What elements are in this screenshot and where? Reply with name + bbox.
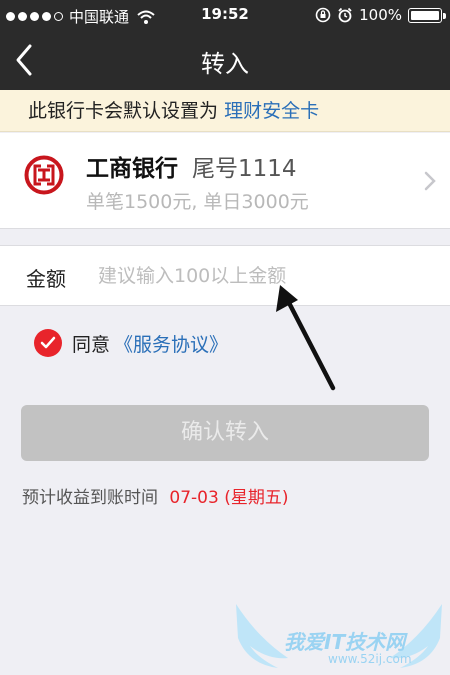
status-right: 100%	[315, 6, 446, 24]
chevron-right-icon	[424, 171, 436, 191]
agree-checkbox[interactable]	[34, 329, 62, 357]
watermark-url: www.52ij.com	[328, 652, 412, 666]
watermark: 我爱IT技术网 www.52ij.com	[228, 598, 450, 675]
notice-bar: 此银行卡会默认设置为 理财安全卡	[0, 90, 450, 132]
battery-fill	[411, 10, 439, 20]
agreement-row: 同意 《服务协议》	[34, 329, 228, 357]
top-bar: 中国联通 19:52 100% 转入	[0, 0, 450, 90]
amount-row: 金额	[0, 245, 450, 306]
earnings-eta: 预计收益到账时间 07-03 (星期五)	[22, 483, 288, 508]
amount-label: 金额	[26, 267, 66, 291]
transfer-limit: 单笔1500元, 单日3000元	[86, 191, 309, 213]
bank-card-row[interactable]: 工商银行 尾号1114 单笔1500元, 单日3000元	[0, 133, 450, 229]
eta-label: 预计收益到账时间	[22, 488, 158, 508]
watermark-text: 我爱IT技术网	[284, 630, 406, 654]
nav-bar: 转入	[0, 30, 450, 90]
safe-card-link[interactable]: 理财安全卡	[224, 100, 319, 122]
checkmark-icon	[40, 336, 56, 349]
page-title: 转入	[201, 50, 249, 78]
service-agreement-link[interactable]: 《服务协议》	[114, 330, 228, 357]
rotation-lock-icon	[315, 7, 331, 23]
battery-percent: 100%	[359, 6, 402, 24]
agree-prefix: 同意	[72, 333, 111, 356]
bank-name: 工商银行	[86, 156, 178, 182]
battery-icon	[408, 7, 446, 23]
card-tail-number: 尾号1114	[192, 156, 297, 182]
status-bar: 中国联通 19:52 100%	[0, 0, 450, 30]
alarm-icon	[338, 7, 352, 23]
eta-date: 07-03 (星期五)	[169, 488, 289, 508]
notice-text: 此银行卡会默认设置为	[28, 100, 219, 122]
confirm-transfer-button[interactable]: 确认转入	[21, 405, 429, 461]
icbc-logo-icon	[24, 155, 64, 195]
amount-input[interactable]	[98, 256, 428, 296]
